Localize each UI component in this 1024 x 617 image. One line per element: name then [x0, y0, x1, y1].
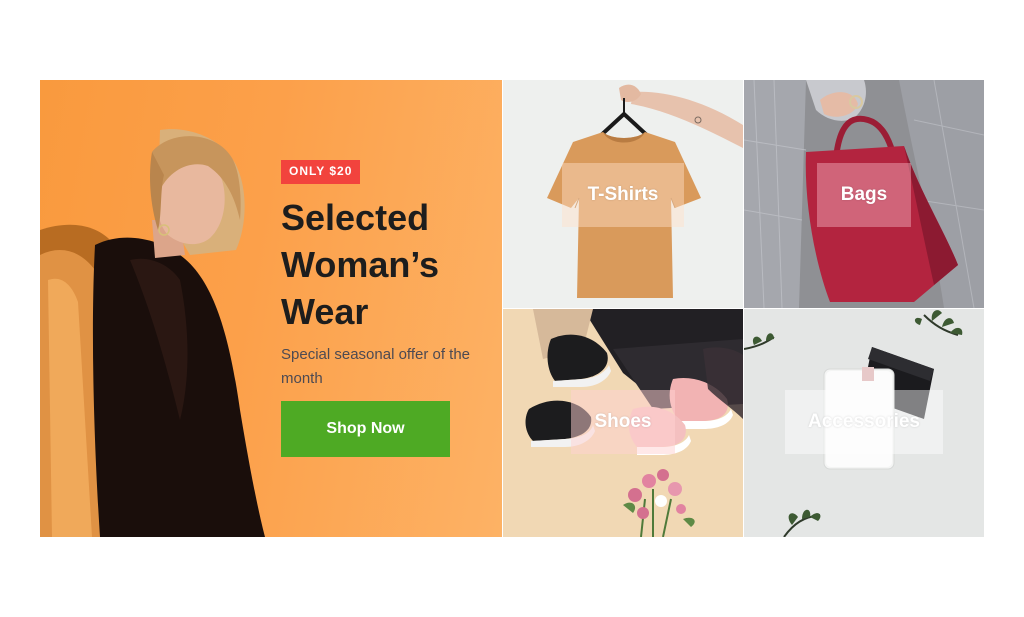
category-grid: ONLY $20 Selected Woman’s Wear Special s… — [40, 80, 984, 537]
hero-subtitle: Special seasonal offer of the month — [281, 346, 471, 387]
shop-now-button[interactable]: Shop Now — [281, 401, 450, 457]
category-label-tshirts: T-Shirts — [562, 163, 684, 227]
category-tile-bags[interactable]: Bags — [744, 80, 984, 308]
category-tile-shoes[interactable]: Shoes — [503, 309, 743, 537]
category-label-bags: Bags — [817, 163, 911, 227]
category-label-accessories: Accessories — [785, 390, 943, 454]
price-badge: ONLY $20 — [281, 160, 361, 184]
category-label-shoes: Shoes — [571, 390, 675, 454]
hero-content: ONLY $20 Selected Woman’s Wear Special s… — [281, 160, 481, 391]
category-tile-tshirts[interactable]: T-Shirts — [503, 80, 743, 308]
category-tile-accessories[interactable]: Accessories — [744, 309, 984, 537]
hero-model-image — [40, 129, 266, 537]
hero-title: Selected Woman’s Wear — [281, 197, 440, 332]
hero-banner: ONLY $20 Selected Woman’s Wear Special s… — [40, 80, 502, 537]
